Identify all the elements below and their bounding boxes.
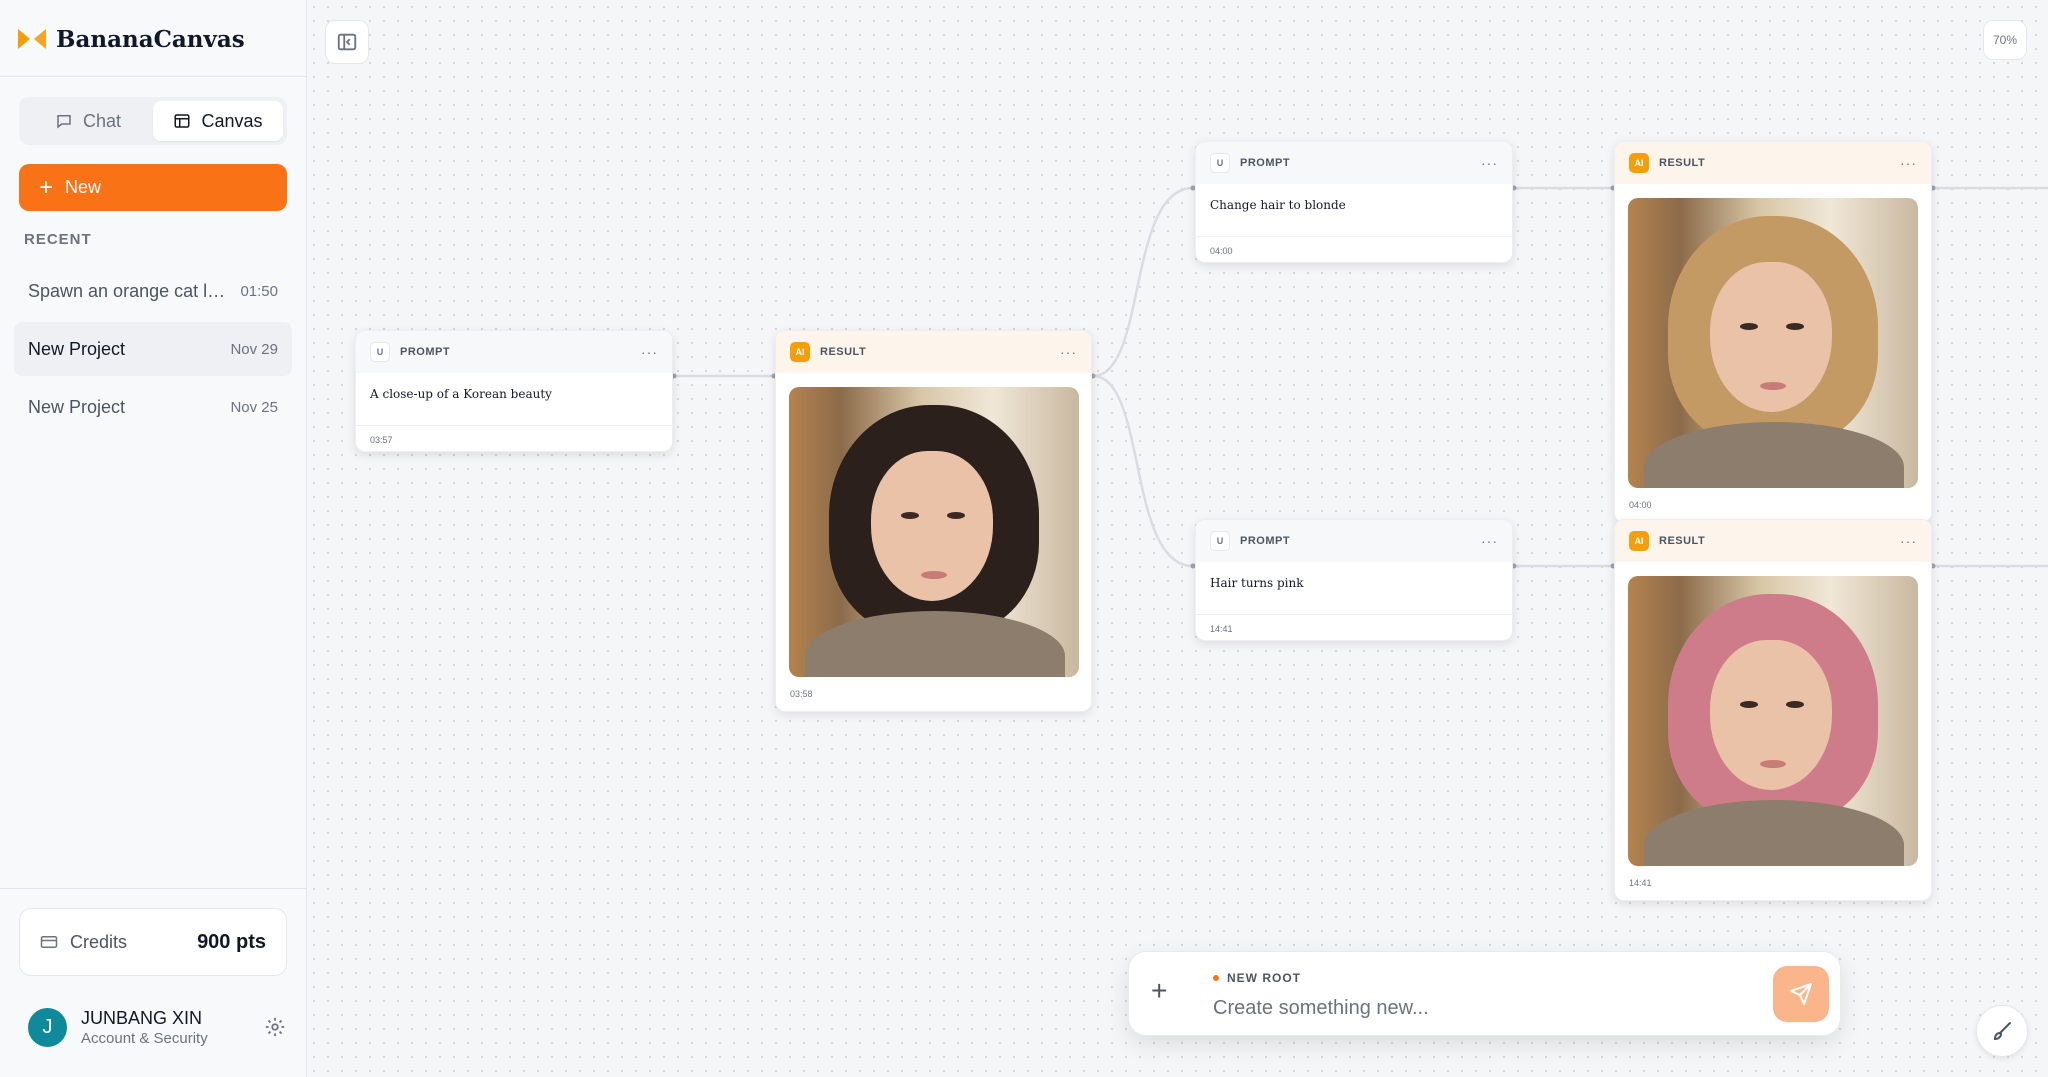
result-node[interactable]: AI RESULT ··· 03:58 [775, 330, 1092, 712]
recent-item[interactable]: New Project Nov 29 [14, 322, 292, 376]
divider [0, 888, 306, 889]
brand[interactable]: BananaCanvas [18, 22, 245, 56]
add-attachment-icon[interactable]: + [1151, 977, 1167, 1005]
recent-item-title: New Project [28, 396, 126, 417]
edge [1092, 374, 1194, 568]
credits-card[interactable]: Credits 900 pts [19, 908, 287, 976]
brush-tool-button[interactable] [1976, 1005, 2028, 1057]
send-icon [1790, 983, 1812, 1005]
prompt-text: A close-up of a Korean beauty [370, 387, 552, 401]
prompt-text: Hair turns pink [1210, 576, 1304, 590]
node-timestamp: 14:41 [1629, 878, 1652, 888]
recent-item-date: 01:50 [240, 282, 278, 300]
credits-value: 900 pts [197, 930, 266, 953]
user-badge: U [1210, 531, 1230, 551]
more-menu-icon[interactable]: ··· [641, 344, 658, 360]
node-type-label: PROMPT [400, 346, 451, 358]
prompt-node[interactable]: U PROMPT ··· Hair turns pink 14:41 [1195, 519, 1513, 641]
recent-item-title: New Project [28, 338, 126, 359]
generated-image[interactable] [1628, 576, 1918, 866]
brand-name: BananaCanvas [56, 25, 245, 53]
user-badge: U [370, 342, 390, 362]
node-timestamp: 03:58 [790, 689, 813, 699]
canvas[interactable]: 70% U PROMPT ··· A close-up of a Korean … [307, 0, 2048, 1077]
status-dot [1213, 975, 1219, 981]
recent-item-title: Spawn an orange cat lying on the sofa [28, 280, 228, 301]
tab-chat[interactable]: Chat [23, 101, 153, 141]
credits-label: Credits [70, 931, 128, 952]
plus-icon: + [39, 173, 54, 201]
new-root-tag: NEW ROOT [1213, 971, 1301, 985]
tab-chat-label: Chat [82, 110, 122, 131]
sidebar: BananaCanvas Chat Canvas + New RECENT Sp… [0, 0, 307, 1077]
node-type-label: RESULT [1659, 535, 1706, 547]
result-node[interactable]: AI RESULT ··· 14:41 [1614, 519, 1932, 901]
prompt-node[interactable]: U PROMPT ··· Change hair to blonde 04:00 [1195, 141, 1513, 263]
node-timestamp: 03:57 [356, 425, 672, 451]
prompt-input[interactable] [1213, 994, 1753, 1022]
prompt-node[interactable]: U PROMPT ··· A close-up of a Korean beau… [355, 330, 673, 452]
new-button-label: New [65, 177, 102, 197]
recent-item[interactable]: New Project Nov 25 [14, 380, 292, 434]
recent-list: Spawn an orange cat lying on the sofa 01… [14, 264, 292, 438]
ai-badge: AI [790, 342, 810, 362]
recent-item-date: Nov 25 [230, 398, 278, 416]
brush-icon [1993, 1022, 2011, 1041]
generated-image[interactable] [789, 387, 1079, 677]
recent-item-date: Nov 29 [230, 340, 278, 358]
node-type-label: RESULT [1659, 157, 1706, 169]
more-menu-icon[interactable]: ··· [1060, 344, 1077, 360]
prompt-text: Change hair to blonde [1210, 198, 1346, 212]
layout-icon [174, 114, 190, 128]
avatar: J [28, 1007, 67, 1047]
node-timestamp: 14:41 [1196, 614, 1512, 640]
node-timestamp: 04:00 [1196, 236, 1512, 262]
recent-item[interactable]: Spawn an orange cat lying on the sofa 01… [14, 264, 292, 318]
result-node[interactable]: AI RESULT ··· 04:00 [1614, 141, 1932, 523]
node-type-label: PROMPT [1240, 157, 1291, 169]
edge [1092, 186, 1194, 378]
generated-image[interactable] [1628, 198, 1918, 488]
user-profile[interactable]: J JUNBANG XIN Account & Security [28, 1004, 286, 1050]
credit-card-icon [40, 936, 58, 948]
banana-logo-icon [18, 29, 46, 49]
divider [0, 76, 306, 77]
node-type-label: RESULT [820, 346, 867, 358]
ai-badge: AI [1629, 531, 1649, 551]
ai-badge: AI [1629, 153, 1649, 173]
new-root-label: NEW ROOT [1227, 971, 1301, 985]
new-button[interactable]: + New [19, 164, 287, 211]
recent-heading: RECENT [24, 231, 92, 248]
send-button[interactable] [1773, 966, 1829, 1022]
user-subtitle: Account & Security [81, 1029, 208, 1047]
tab-canvas-label: Canvas [201, 110, 263, 131]
user-badge: U [1210, 153, 1230, 173]
more-menu-icon[interactable]: ··· [1900, 533, 1917, 549]
user-name: JUNBANG XIN [81, 1007, 203, 1028]
node-type-label: PROMPT [1240, 535, 1291, 547]
more-menu-icon[interactable]: ··· [1481, 155, 1498, 171]
more-menu-icon[interactable]: ··· [1481, 533, 1498, 549]
mode-switch: Chat Canvas [19, 97, 287, 145]
gear-icon[interactable] [264, 1016, 286, 1038]
chat-bubble-icon [57, 115, 71, 129]
more-menu-icon[interactable]: ··· [1900, 155, 1917, 171]
prompt-bar: + NEW ROOT [1128, 951, 1841, 1036]
tab-canvas[interactable]: Canvas [153, 101, 283, 141]
